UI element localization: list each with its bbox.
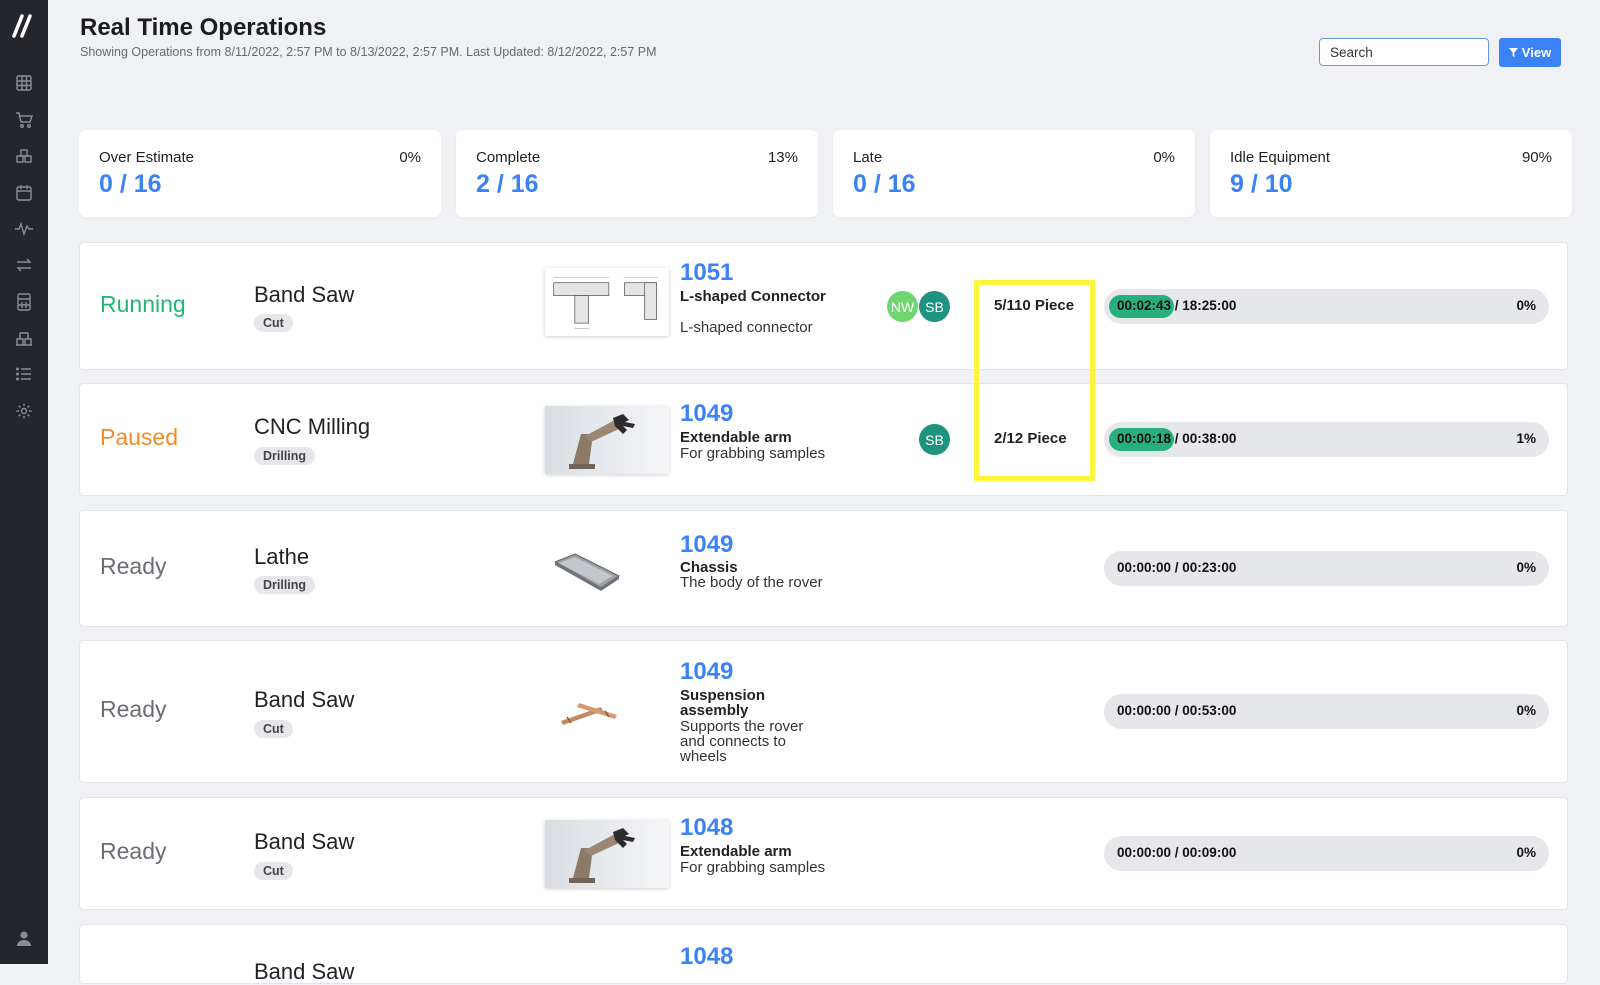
progress-percent: 1% — [1516, 431, 1536, 446]
stat-label: Over Estimate — [99, 149, 195, 166]
part-description: For grabbing samples — [680, 859, 826, 876]
progress-time: 00:00:00 / 00:23:00 — [1117, 560, 1237, 575]
stat-label: Idle Equipment — [1230, 149, 1331, 166]
inventory-icon[interactable] — [14, 328, 34, 348]
view-button-label: View — [1521, 45, 1552, 60]
avatar[interactable]: SB — [919, 291, 950, 322]
status-label: Ready — [100, 553, 167, 579]
part-description: Supports the rover and connects to wheel… — [680, 718, 804, 765]
part-name: L-shaped Connector — [680, 288, 826, 305]
part-name: Extendable arm — [680, 843, 792, 860]
filter-icon — [1508, 48, 1518, 57]
logo-icon[interactable] — [10, 12, 38, 40]
progress-bar: 00:00:18 / 00:38:00 1% — [1104, 422, 1549, 457]
stat-card-over-estimate: Over Estimate 0% 0 / 16 — [79, 130, 441, 217]
part-description: L-shaped connector — [680, 319, 813, 336]
part-number[interactable]: 1049 — [680, 658, 733, 686]
stat-percent: 13% — [767, 149, 798, 166]
sidebar — [0, 0, 48, 964]
list-icon[interactable] — [14, 364, 34, 384]
part-thumbnail[interactable] — [545, 679, 669, 747]
part-number[interactable]: 1048 — [680, 814, 733, 842]
operation-badge: Drilling — [254, 447, 316, 465]
progress-percent: 0% — [1516, 560, 1536, 575]
part-description: The body of the rover — [680, 574, 823, 591]
progress-time: 00:00:00 / 00:53:00 — [1117, 703, 1237, 718]
part-name: Chassis — [680, 559, 738, 576]
boxes-icon[interactable] — [14, 146, 34, 166]
stat-card-idle-equipment: Idle Equipment 90% 9 / 10 — [1210, 130, 1572, 217]
operation-row[interactable]: Paused CNC Milling Drilling 1049 Extenda… — [79, 383, 1568, 496]
equipment-name: Band Saw — [254, 687, 355, 712]
cart-icon[interactable] — [14, 110, 34, 130]
status-label: Paused — [100, 424, 179, 450]
stat-value: 9 / 10 — [1230, 170, 1293, 198]
operation-row[interactable]: Ready Band Saw Cut 1048 Extendable arm F… — [79, 797, 1568, 910]
grid-icon[interactable] — [14, 73, 34, 93]
operation-row[interactable]: Ready Band Saw Cut 1049 Suspension assem… — [79, 640, 1568, 783]
operation-row[interactable]: Ready Lathe Drilling 1049 Chassis The bo… — [79, 510, 1568, 627]
equipment-name: Band Saw — [254, 959, 355, 984]
part-number[interactable]: 1048 — [680, 943, 733, 971]
user-icon[interactable] — [14, 928, 34, 948]
operation-badge: Cut — [254, 314, 293, 332]
equipment-name: Band Saw — [254, 829, 355, 854]
calculator-icon[interactable] — [14, 292, 34, 312]
operation-row[interactable]: Band Saw 1048 — [79, 924, 1568, 984]
stat-value: 2 / 16 — [476, 170, 539, 198]
progress-bar: 00:02:43 / 18:25:00 0% — [1104, 289, 1549, 324]
part-description: For grabbing samples — [680, 445, 826, 462]
progress-percent: 0% — [1516, 845, 1536, 860]
stat-percent: 0% — [399, 149, 421, 166]
stat-card-complete: Complete 13% 2 / 16 — [456, 130, 818, 217]
part-name: Suspension assembly — [680, 687, 766, 719]
progress-bar: 00:00:00 / 00:09:00 0% — [1104, 836, 1549, 871]
progress-percent: 0% — [1516, 298, 1536, 313]
settings-icon[interactable] — [14, 401, 34, 421]
part-number[interactable]: 1051 — [680, 259, 733, 287]
part-thumbnail[interactable] — [545, 820, 669, 888]
status-label: Ready — [100, 838, 167, 864]
calendar-icon[interactable] — [14, 183, 34, 203]
search-input[interactable] — [1319, 38, 1489, 66]
part-thumbnail[interactable] — [545, 406, 669, 474]
operation-row[interactable]: Running Band Saw Cut 1051 L-shaped Conne… — [79, 242, 1568, 370]
equipment-name: Lathe — [254, 544, 310, 569]
progress-percent: 0% — [1516, 703, 1536, 718]
status-label: Running — [100, 291, 186, 317]
stat-percent: 90% — [1521, 149, 1552, 166]
activity-icon[interactable] — [14, 219, 34, 239]
progress-bar: 00:00:00 / 00:23:00 0% — [1104, 551, 1549, 586]
highlight-box — [974, 280, 1095, 481]
part-number[interactable]: 1049 — [680, 531, 733, 559]
stat-card-late: Late 0% 0 / 16 — [833, 130, 1195, 217]
part-thumbnail[interactable] — [545, 536, 669, 604]
operation-badge: Cut — [254, 862, 293, 880]
view-button[interactable]: View — [1499, 38, 1561, 67]
part-thumbnail[interactable] — [545, 268, 669, 336]
stat-value: 0 / 16 — [99, 170, 162, 198]
page-subtitle: Showing Operations from 8/11/2022, 2:57 … — [80, 45, 657, 59]
avatar[interactable]: SB — [919, 424, 950, 455]
transfer-icon[interactable] — [14, 255, 34, 275]
part-number[interactable]: 1049 — [680, 400, 733, 428]
equipment-name: CNC Milling — [254, 414, 371, 439]
page-title: Real Time Operations — [80, 14, 327, 41]
part-name: Extendable arm — [680, 429, 792, 446]
stat-value: 0 / 16 — [853, 170, 916, 198]
progress-time: 00:00:18 / 00:38:00 — [1117, 431, 1237, 446]
progress-bar: 00:00:00 / 00:53:00 0% — [1104, 694, 1549, 729]
avatar[interactable]: NW — [887, 291, 918, 322]
equipment-name: Band Saw — [254, 282, 355, 307]
operation-badge: Drilling — [254, 576, 316, 594]
stat-percent: 0% — [1153, 149, 1175, 166]
progress-time: 00:00:00 / 00:09:00 — [1117, 845, 1237, 860]
stat-label: Late — [853, 149, 883, 166]
stat-label: Complete — [476, 149, 541, 166]
status-label: Ready — [100, 696, 167, 722]
operation-badge: Cut — [254, 720, 293, 738]
progress-time: 00:02:43 / 18:25:00 — [1117, 298, 1237, 313]
